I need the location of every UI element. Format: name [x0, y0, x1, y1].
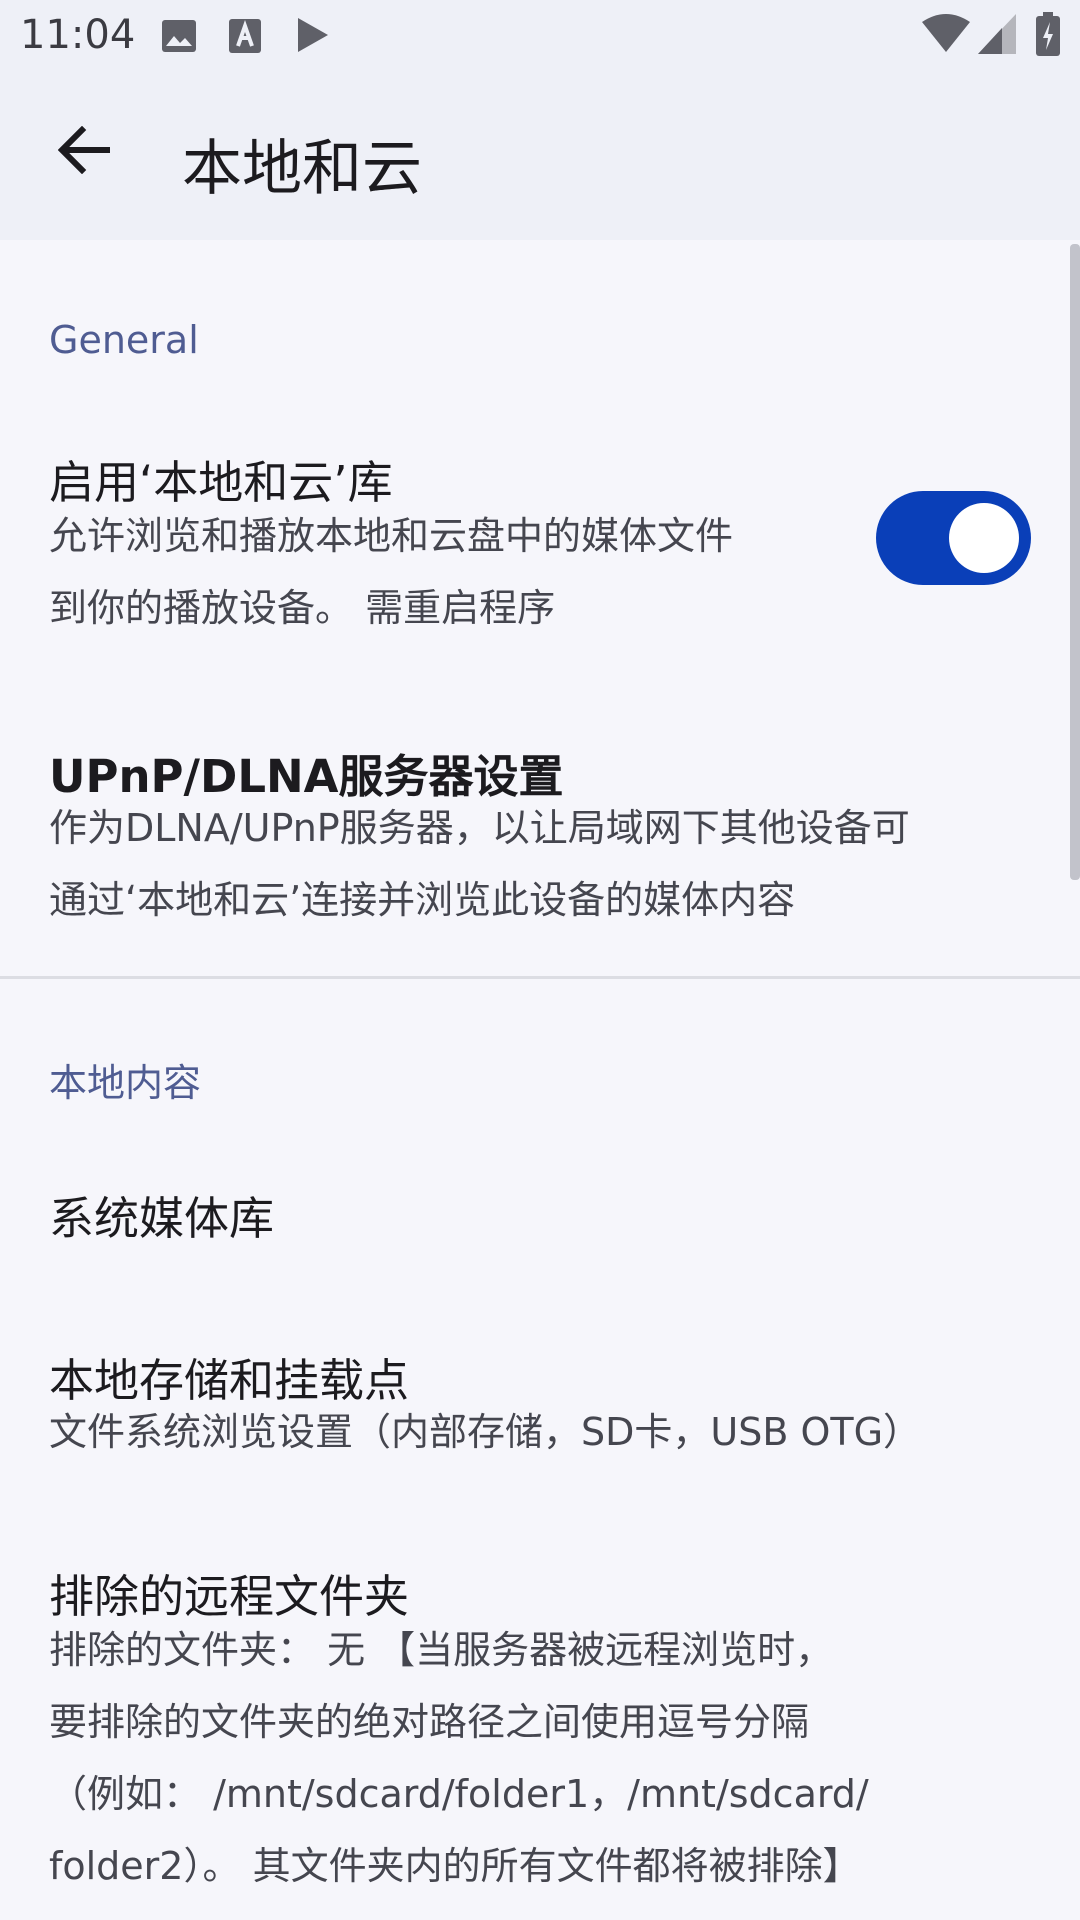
excluded-folders-summary-3: （例如： /mnt/sdcard/folder1，/mnt/sdcard/	[49, 1772, 869, 1816]
excluded-folders-summary-2: 要排除的文件夹的绝对路径之间使用逗号分隔	[49, 1700, 810, 1744]
switch-knob	[949, 503, 1019, 573]
status-bar: 11:04	[0, 0, 1080, 72]
status-time: 11:04	[20, 12, 136, 58]
page-title: 本地和云	[182, 134, 422, 204]
section-divider	[0, 976, 1080, 979]
back-button[interactable]	[48, 114, 120, 186]
media-library-title: 系统媒体库	[49, 1192, 275, 1245]
play-store-icon	[298, 18, 328, 52]
image-icon	[162, 20, 196, 52]
app-bar: 本地和云	[0, 72, 1080, 240]
arrow-back-icon	[58, 126, 110, 174]
upnp-server-summary-2: 通过‘本地和云’连接并浏览此设备的媒体内容	[49, 878, 796, 922]
enable-library-summary-2: 到你的播放设备。 需重启程序	[49, 586, 556, 630]
excluded-folders-summary-4: folder2）。 其文件夹内的所有文件都将被排除】	[49, 1844, 861, 1888]
upnp-server-summary-1: 作为DLNA/UPnP服务器，以让局域网下其他设备可	[49, 806, 910, 850]
enable-library-switch[interactable]	[876, 491, 1031, 585]
section-header-local-content: 本地内容	[49, 1061, 202, 1105]
local-storage-summary: 文件系统浏览设置（内部存储，SD卡，USB OTG）	[49, 1410, 922, 1454]
signal-icon	[978, 14, 1016, 54]
enable-library-summary-1: 允许浏览和播放本地和云盘中的媒体文件	[49, 514, 734, 558]
excluded-folders-summary-1: 排除的文件夹： 无 【当服务器被远程浏览时，	[49, 1628, 834, 1672]
section-header-general: General	[49, 318, 199, 362]
wifi-icon	[922, 14, 970, 52]
battery-charging-icon	[1036, 12, 1060, 56]
font-download-icon	[229, 19, 261, 53]
